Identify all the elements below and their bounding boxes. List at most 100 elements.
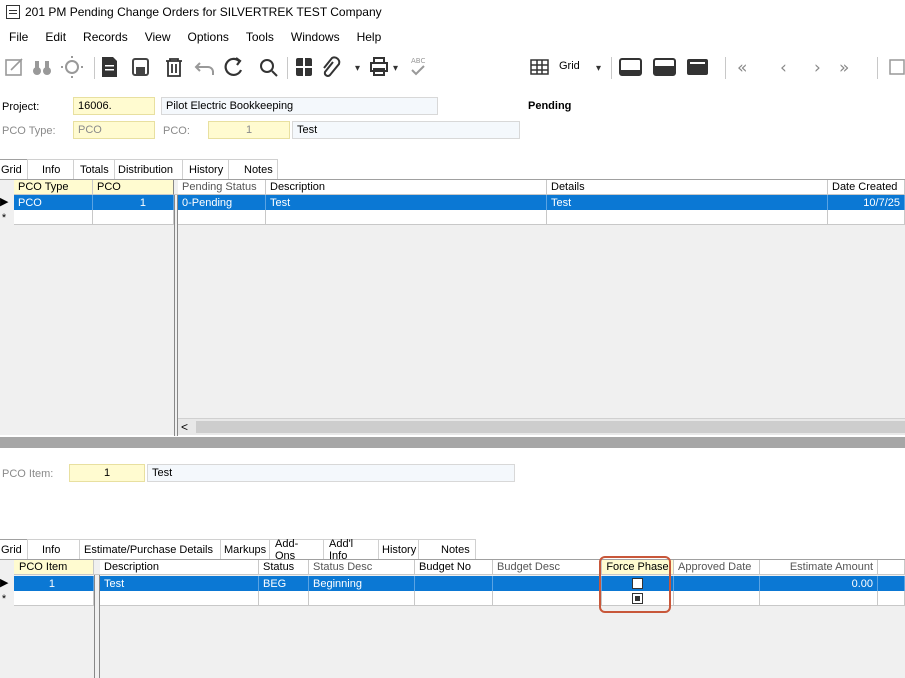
cell-details[interactable]: Test: [547, 195, 828, 210]
pco-field[interactable]: 1: [208, 121, 290, 139]
col-pco[interactable]: PCO: [93, 180, 174, 195]
cell-pending-status[interactable]: 0-Pending: [178, 195, 266, 210]
tab-grid[interactable]: Grid: [0, 159, 28, 179]
cell-status-desc-new[interactable]: [309, 591, 415, 606]
tab-markups[interactable]: Markups: [220, 539, 270, 559]
cell-pco-type[interactable]: PCO: [14, 195, 93, 210]
grid-only-view-icon[interactable]: [687, 59, 708, 75]
cell-pco-item-new[interactable]: [14, 591, 94, 606]
col-pco-item[interactable]: PCO Item: [14, 560, 94, 575]
cell-date-created[interactable]: 10/7/25: [828, 195, 905, 210]
tab-estimate-purchase-details[interactable]: Estimate/Purchase Details: [79, 539, 221, 559]
pco-item-field[interactable]: 1: [69, 464, 145, 482]
grid-view-label[interactable]: Grid: [559, 60, 580, 72]
scrollbar-thumb[interactable]: [196, 421, 905, 433]
menu-tools[interactable]: Tools: [237, 30, 282, 44]
cell-description-bottom[interactable]: Test: [100, 576, 259, 591]
cell-status-new[interactable]: [259, 591, 309, 606]
menu-edit[interactable]: Edit: [36, 30, 74, 44]
delete-icon[interactable]: [166, 58, 182, 77]
cell-status[interactable]: BEG: [259, 576, 309, 591]
cell-pending-status-new[interactable]: [178, 210, 266, 225]
col-status[interactable]: Status: [259, 560, 309, 575]
tab-notes-bottom[interactable]: Notes: [418, 539, 476, 559]
menu-view[interactable]: View: [136, 30, 179, 44]
menu-windows[interactable]: Windows: [282, 30, 348, 44]
scroll-left-icon[interactable]: <: [181, 420, 188, 434]
find-binoculars-icon[interactable]: [33, 61, 51, 75]
form-view-icon[interactable]: [619, 58, 642, 76]
force-phase-highlight: [599, 556, 671, 613]
bottom-grid: PCO Item Description Status Status Desc …: [0, 559, 905, 678]
col-budget-no[interactable]: Budget No: [415, 560, 493, 575]
col-details[interactable]: Details: [547, 180, 828, 195]
tab-add-ons[interactable]: Add-Ons: [269, 538, 324, 562]
tab-info-bottom[interactable]: Info: [27, 539, 80, 559]
cell-pco-new[interactable]: [93, 210, 174, 225]
cell-description-new[interactable]: [266, 210, 547, 225]
first-record-icon[interactable]: «: [737, 58, 747, 78]
col-budget-desc[interactable]: Budget Desc: [493, 560, 602, 575]
cell-description-new[interactable]: [100, 591, 259, 606]
new-record-icon[interactable]: [102, 57, 117, 77]
pane-splitter[interactable]: [0, 437, 905, 448]
tab-info[interactable]: Info: [27, 159, 74, 179]
cell-status-desc[interactable]: Beginning: [309, 576, 415, 591]
cell-approved-date-new[interactable]: [674, 591, 760, 606]
edit-icon[interactable]: [5, 58, 23, 76]
tab-history-bottom[interactable]: History: [378, 539, 419, 559]
tab-distribution[interactable]: Distribution: [114, 159, 183, 179]
col-approved-date[interactable]: Approved Date: [674, 560, 760, 575]
next-record-icon[interactable]: ›: [814, 58, 821, 78]
cell-budget-no-new[interactable]: [415, 591, 493, 606]
col-description[interactable]: Description: [266, 180, 547, 195]
cell-pco[interactable]: 1: [93, 195, 174, 210]
cell-estimate-amount-new[interactable]: [760, 591, 878, 606]
split-view-icon[interactable]: [653, 58, 676, 76]
tab-grid-bottom[interactable]: Grid: [0, 539, 28, 559]
cell-pco-item[interactable]: 1: [14, 576, 94, 591]
cell-budget-desc[interactable]: [493, 576, 602, 591]
undo-icon[interactable]: [194, 62, 214, 75]
calculator-icon[interactable]: [296, 58, 312, 76]
cell-pco-type-new[interactable]: [14, 210, 93, 225]
project-field[interactable]: 16006.: [73, 97, 155, 115]
last-record-icon[interactable]: »: [839, 58, 849, 78]
horizontal-scrollbar[interactable]: <: [178, 418, 905, 435]
tab-history[interactable]: History: [182, 159, 229, 179]
menu-records[interactable]: Records: [74, 30, 136, 44]
col-pco-type[interactable]: PCO Type: [14, 180, 93, 195]
print-icon[interactable]: [370, 57, 388, 76]
col-estimate-amount[interactable]: Estimate Amount: [760, 560, 878, 575]
cell-budget-desc-new[interactable]: [493, 591, 602, 606]
menu-file[interactable]: File: [0, 30, 36, 44]
save-icon[interactable]: [132, 58, 149, 76]
tab-addl-info[interactable]: Add'l Info: [323, 538, 379, 562]
grid-view-icon[interactable]: [530, 59, 549, 75]
cell-estimate-amount[interactable]: 0.00: [760, 576, 878, 591]
refresh-icon[interactable]: [224, 57, 243, 77]
pco-type-field[interactable]: PCO: [73, 121, 155, 139]
frozen-column-divider-bottom[interactable]: [94, 575, 100, 678]
cell-date-created-new[interactable]: [828, 210, 905, 225]
spell-check-icon[interactable]: ABC: [411, 57, 425, 76]
col-description-bottom[interactable]: Description: [100, 560, 259, 575]
previous-record-icon[interactable]: ‹: [780, 58, 787, 78]
menu-options[interactable]: Options: [179, 30, 237, 44]
tab-totals[interactable]: Totals: [73, 159, 115, 179]
cell-approved-date[interactable]: [674, 576, 760, 591]
col-pending-status[interactable]: Pending Status: [178, 180, 266, 195]
col-date-created[interactable]: Date Created: [828, 180, 905, 195]
col-status-desc[interactable]: Status Desc: [309, 560, 415, 575]
settings-icon[interactable]: [61, 56, 83, 78]
attachment-icon[interactable]: [323, 56, 341, 77]
cell-details-new[interactable]: [547, 210, 828, 225]
frozen-column-divider[interactable]: [174, 195, 178, 436]
tab-notes[interactable]: Notes: [228, 159, 278, 179]
search-icon[interactable]: [260, 59, 278, 77]
menu-help[interactable]: Help: [348, 30, 390, 44]
cell-description[interactable]: Test: [266, 195, 547, 210]
cell-budget-no[interactable]: [415, 576, 493, 591]
pco-type-label: PCO Type:: [2, 125, 56, 137]
more-icon[interactable]: [889, 59, 905, 75]
